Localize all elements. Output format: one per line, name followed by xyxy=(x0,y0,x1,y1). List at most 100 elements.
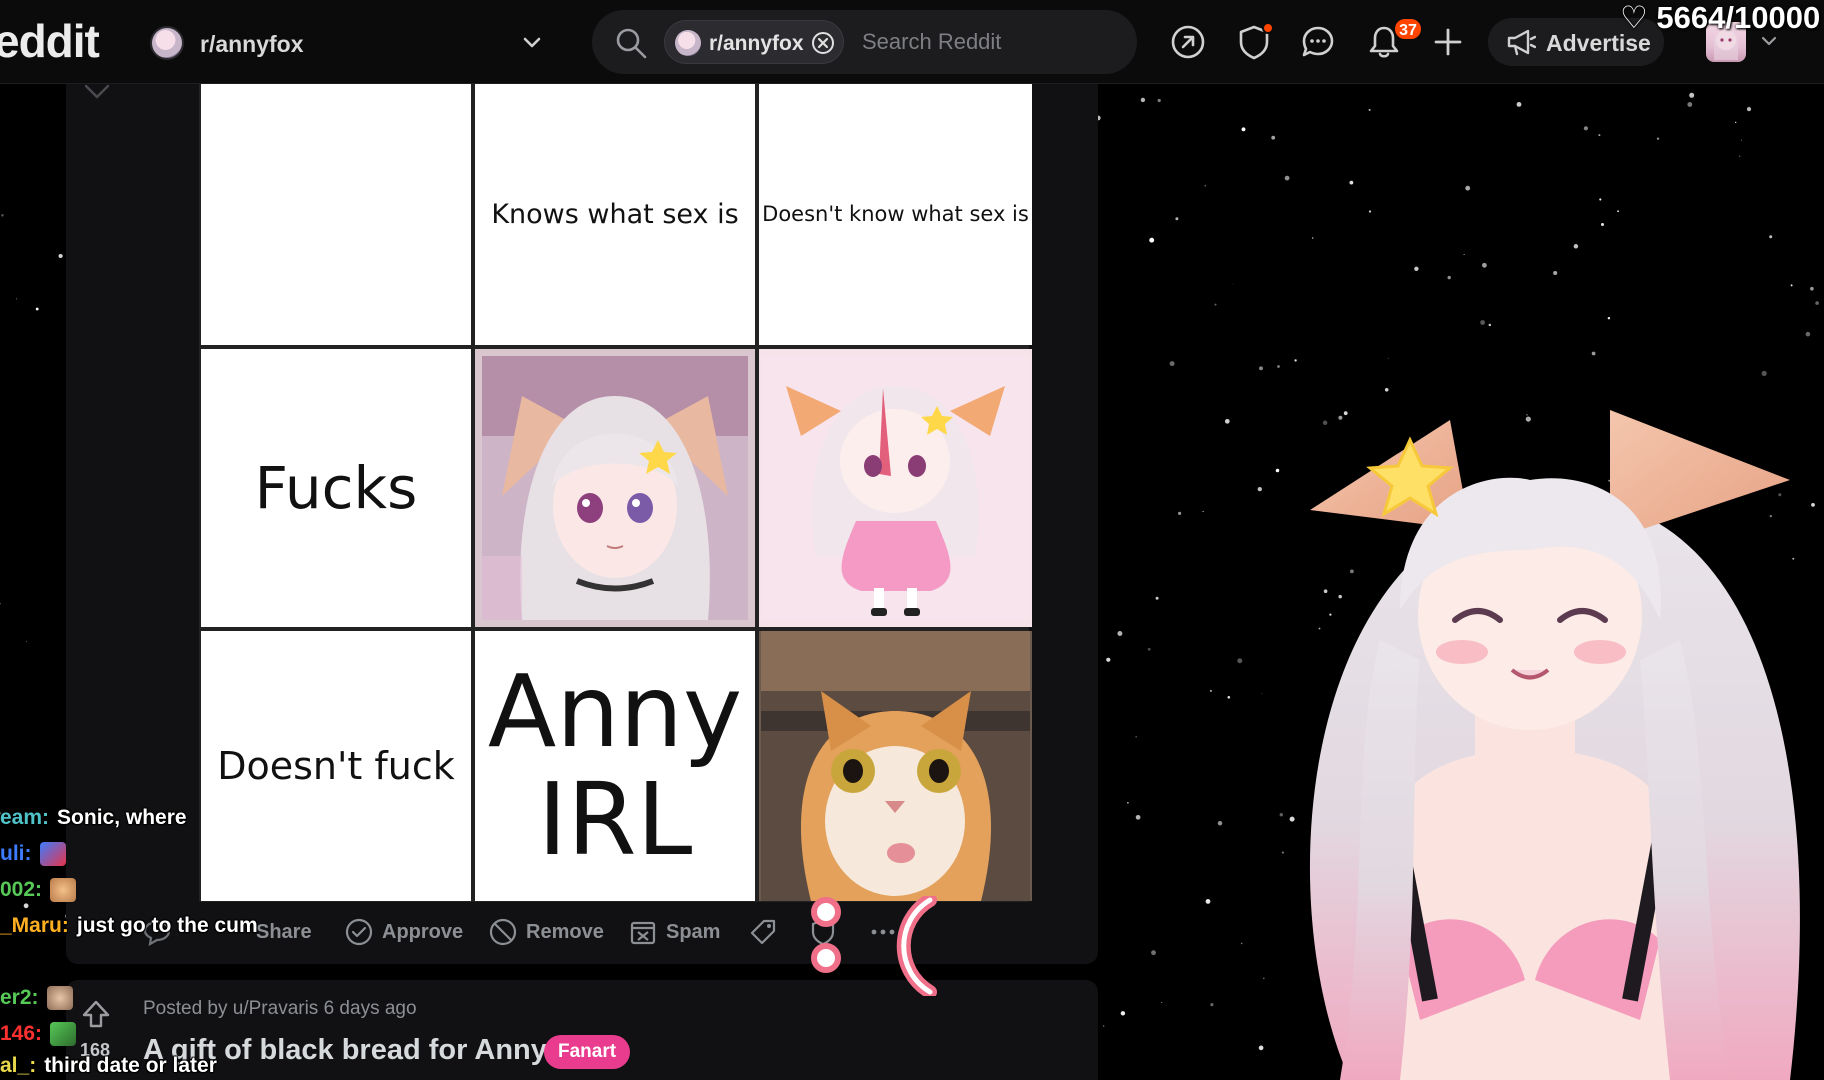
star-dot xyxy=(1349,180,1354,185)
post-meta: Posted by u/Pravaris 6 days ago xyxy=(143,998,417,1019)
star-dot xyxy=(1157,98,1161,103)
search-scope-label: r/annyfox xyxy=(709,32,804,55)
star-dot xyxy=(1,214,4,217)
star-dot xyxy=(1241,127,1246,132)
remove-button[interactable]: Remove xyxy=(488,914,604,950)
approve-label: Approve xyxy=(382,920,464,943)
megaphone-icon xyxy=(1507,29,1536,56)
star-dot xyxy=(1414,266,1419,271)
chat-username: uli: xyxy=(0,842,32,865)
star-dot xyxy=(1761,370,1767,376)
star-dot xyxy=(1368,210,1372,213)
star-dot xyxy=(1161,1001,1163,1003)
spam-button[interactable]: Spam xyxy=(628,914,720,950)
search-icon xyxy=(616,28,647,59)
search-bar[interactable]: r/annyfox xyxy=(592,10,1137,74)
star-dot xyxy=(1599,198,1602,201)
star-dot xyxy=(1140,97,1146,103)
column-header-cell: Doesn't know what sex is xyxy=(759,83,1032,345)
block-icon xyxy=(489,918,517,946)
chat-username: _Maru: xyxy=(0,914,69,937)
star-dot xyxy=(1169,361,1175,367)
reddit-logo[interactable]: eddit xyxy=(0,14,100,68)
star-dot xyxy=(1271,135,1276,140)
star-dot xyxy=(1689,92,1695,98)
check-circle-icon xyxy=(345,918,373,946)
star-dot xyxy=(1465,185,1471,191)
sad-face-emoticon-overlay xyxy=(811,896,937,996)
chat-message: al_: third date or later xyxy=(0,1054,217,1078)
star-dot xyxy=(1155,596,1159,600)
chat-emote xyxy=(50,1022,77,1047)
star-dot xyxy=(1738,155,1741,158)
notification-count-badge: 37 xyxy=(1393,17,1423,41)
star-dot xyxy=(1591,351,1596,356)
star-dot xyxy=(1217,820,1223,826)
anime-girl-illustration xyxy=(482,356,748,620)
chat-username: al_: xyxy=(0,1054,37,1077)
vtuber-avatar xyxy=(1309,410,1800,1080)
chat-username: eam: xyxy=(0,806,50,829)
star-dot xyxy=(1232,283,1234,285)
chat-message: 002: xyxy=(0,878,77,903)
tag-icon xyxy=(750,919,776,945)
star-dot xyxy=(1482,262,1487,268)
upvote-arrow-icon[interactable] xyxy=(80,998,112,1030)
star-dot xyxy=(1790,284,1793,287)
stream-goal-counter: ♡ 5664/10000 xyxy=(1620,0,1821,35)
star-dot xyxy=(1368,108,1371,111)
chat-icon[interactable] xyxy=(1298,22,1338,62)
star-dot xyxy=(1553,270,1558,276)
irl-word: IRL xyxy=(537,761,693,878)
alignment-chart-image[interactable]: Knows what sex is Doesn't know what sex … xyxy=(199,81,1032,902)
star-dot xyxy=(35,307,39,311)
star-dot xyxy=(1607,316,1611,320)
star-dot xyxy=(1210,1003,1214,1007)
star-dot xyxy=(1205,898,1211,904)
subreddit-switcher[interactable]: r/annyfox xyxy=(148,20,548,64)
chat-username: 002: xyxy=(0,878,43,901)
search-input[interactable] xyxy=(862,24,1112,60)
reddit-top-bar: eddit r/annyfox r/annyfox Search Reddit … xyxy=(0,0,1824,84)
share-button[interactable]: Share xyxy=(256,914,312,950)
anny-word: Anny xyxy=(487,653,743,770)
star-dot xyxy=(1387,357,1389,359)
star-dot xyxy=(1224,418,1230,424)
flair-tag-button[interactable] xyxy=(748,914,786,950)
star-dot xyxy=(1151,950,1156,956)
cat-photo xyxy=(759,631,1032,901)
star-dot xyxy=(1277,365,1280,368)
star-dot xyxy=(1135,814,1141,820)
spam-label: Spam xyxy=(666,920,721,943)
star-dot xyxy=(1746,107,1752,112)
chat-message: uli: xyxy=(0,842,66,867)
star-dot xyxy=(1480,320,1485,325)
star-dot xyxy=(1815,301,1819,305)
chat-emote xyxy=(50,878,77,903)
popular-icon[interactable] xyxy=(1168,22,1208,62)
row-header: Fucks xyxy=(254,454,418,522)
star-dot xyxy=(26,641,27,643)
star-dot xyxy=(1120,1011,1126,1016)
approve-button[interactable]: Approve xyxy=(344,914,463,950)
subreddit-avatar xyxy=(150,26,184,60)
chibi-anime-girl xyxy=(759,349,1032,627)
cat-photo-illustration xyxy=(761,631,1030,901)
mod-notification-dot xyxy=(1262,22,1274,34)
remove-label: Remove xyxy=(526,920,604,943)
spam-icon xyxy=(630,921,656,945)
row-header: Doesn't fuck xyxy=(217,744,455,788)
row-header-cell: Fucks xyxy=(201,349,471,627)
close-icon[interactable] xyxy=(811,31,835,55)
star-dot xyxy=(1284,175,1290,181)
chat-message: 146: xyxy=(0,1022,77,1047)
create-plus-icon[interactable] xyxy=(1428,22,1468,62)
chevron-down-icon xyxy=(523,37,541,48)
star-dot xyxy=(23,903,29,909)
star-dot xyxy=(1117,631,1123,636)
column-header-cell: Knows what sex is xyxy=(475,83,755,345)
chat-username: 146: xyxy=(0,1022,43,1045)
search-scope-chip[interactable]: r/annyfox xyxy=(664,20,844,64)
post-flair-badge[interactable]: Fanart xyxy=(544,1035,631,1069)
subreddit-avatar xyxy=(675,30,701,56)
